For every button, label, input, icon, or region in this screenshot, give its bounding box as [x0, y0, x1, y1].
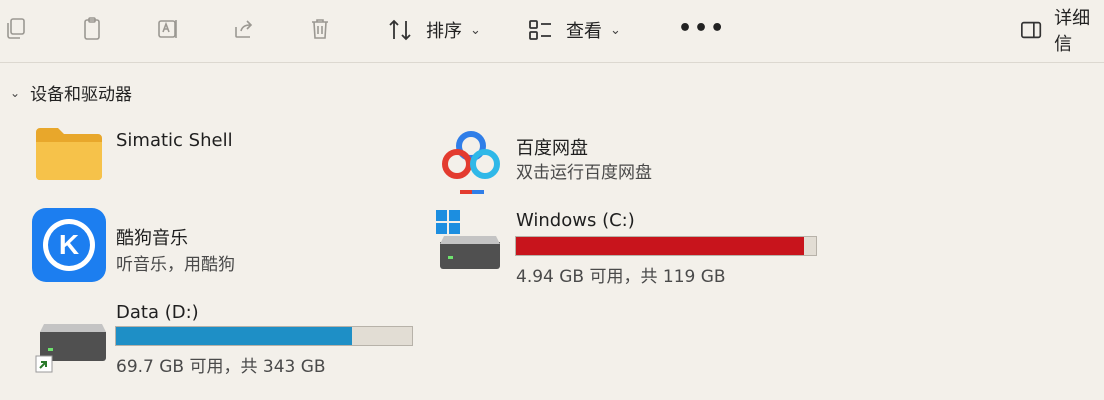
devices-and-drives-header[interactable]: ⌄ 设备和驱动器	[10, 80, 132, 105]
drive-icon	[35, 324, 106, 373]
c-drive-usage-bar	[515, 236, 817, 256]
item-name: Simatic Shell	[116, 130, 233, 151]
delete-icon[interactable]	[306, 14, 334, 44]
item-subtitle: 双击运行百度网盘	[516, 163, 652, 183]
details-label: 详细信	[1054, 8, 1091, 55]
item-name: 百度网盘	[516, 138, 588, 159]
chevron-down-icon: ⌄	[470, 22, 481, 38]
d-drive-usage-fill	[116, 327, 352, 345]
sort-button[interactable]: 排序 ⌄	[388, 16, 481, 44]
c-drive-usage-fill	[516, 237, 804, 255]
windows-c-drive-item[interactable]: Windows (C:) 4.94 GB 可用，共 119 GB	[434, 204, 834, 287]
share-icon[interactable]	[230, 14, 258, 44]
details-pane-button[interactable]: 详细信	[1020, 8, 1104, 55]
copy-icon[interactable]	[2, 14, 30, 44]
item-name: 酷狗音乐	[116, 228, 188, 249]
rename-icon[interactable]	[154, 14, 182, 44]
kugou-app-icon: K	[32, 208, 106, 282]
sort-label: 排序	[426, 21, 462, 42]
simatic-shell-item[interactable]: Simatic Shell	[30, 120, 410, 190]
chevron-down-icon: ⌄	[10, 85, 21, 100]
sort-icon	[389, 19, 411, 41]
command-bar: 排序 ⌄ 查看 ⌄ ••• 详细信	[0, 0, 1104, 63]
d-drive-usage-bar	[115, 326, 413, 346]
kugou-music-item[interactable]: K 酷狗音乐 听音乐，用酷狗	[30, 206, 410, 284]
folder-icon	[36, 128, 102, 180]
baidu-netdisk-item[interactable]: 百度网盘 双击运行百度网盘	[438, 124, 818, 196]
view-button[interactable]: 查看 ⌄	[528, 16, 621, 44]
more-options-button[interactable]: •••	[678, 16, 726, 41]
baidu-netdisk-icon	[442, 131, 500, 194]
view-icon	[529, 20, 551, 40]
details-pane-icon	[1021, 21, 1042, 39]
chevron-down-icon: ⌄	[610, 22, 621, 38]
view-label: 查看	[566, 21, 602, 42]
section-title: 设备和驱动器	[30, 85, 133, 105]
item-space-text: 69.7 GB 可用，共 343 GB	[116, 357, 326, 377]
paste-icon[interactable]	[78, 14, 106, 44]
item-name: Windows (C:)	[516, 210, 635, 231]
item-name: Data (D:)	[116, 302, 199, 323]
item-subtitle: 听音乐，用酷狗	[116, 255, 235, 275]
windows-drive-icon	[436, 210, 500, 269]
item-space-text: 4.94 GB 可用，共 119 GB	[516, 267, 726, 287]
data-d-drive-item[interactable]: Data (D:) 69.7 GB 可用，共 343 GB	[30, 296, 430, 386]
